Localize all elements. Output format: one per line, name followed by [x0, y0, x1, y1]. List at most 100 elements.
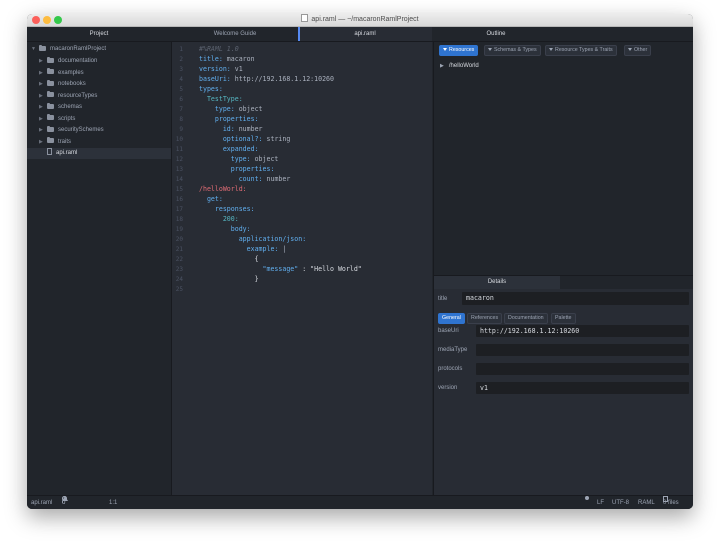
code-key: TestType: [199, 95, 243, 103]
code-key: body: [199, 225, 251, 233]
code-line: optional?: string [199, 134, 291, 144]
code-line: body: [199, 224, 251, 234]
filter-resource-types-traits-button[interactable]: Resource Types & Traits [545, 45, 617, 56]
chevron-right-icon: ▶ [39, 81, 43, 87]
code-line: properties: [199, 164, 275, 174]
filter-schemas-types-button[interactable]: Schemas & Types [484, 45, 541, 56]
filter-resources-button[interactable]: Resources [439, 45, 479, 56]
code-key: properties: [199, 165, 275, 173]
line-number: 4 [179, 76, 183, 83]
tree-folder[interactable]: ▶ notebooks [39, 79, 86, 90]
line-number: 6 [179, 96, 183, 103]
tree-folder[interactable]: ▶ resourceTypes [39, 91, 97, 102]
tree-folder[interactable]: ▶ securitySchemes [39, 125, 104, 136]
chevron-down-icon: ▼ [31, 46, 36, 52]
tab-outline[interactable]: Outline [433, 27, 559, 41]
code-key: example: [199, 245, 279, 253]
filter-label: Other [634, 47, 648, 53]
tab-bar: Project Welcome Guide api.raml Outline [27, 27, 693, 42]
mediatype-field[interactable] [476, 344, 689, 356]
code-key: get: [199, 195, 223, 203]
line-number: 19 [175, 226, 183, 233]
code-key: optional?: [199, 135, 263, 143]
tree-folder[interactable]: ▶ scripts [39, 114, 75, 125]
status-file-name[interactable]: api.raml [31, 496, 52, 509]
tree-folder[interactable]: ▶ traits [39, 137, 71, 148]
line-number: 22 [175, 256, 183, 263]
code-key: title: [199, 55, 223, 63]
code-key: type: [199, 105, 235, 113]
code-value: number [262, 175, 291, 183]
files-count: 0 files [663, 500, 679, 506]
code-key: types: [199, 85, 223, 93]
filter-label: Resources [449, 47, 475, 53]
app-window: api.raml — ~/macaronRamlProject Project … [27, 14, 693, 509]
tab-project[interactable]: Project [27, 27, 171, 41]
tree-root[interactable]: ▼ macaronRamlProject [31, 44, 106, 55]
project-tree: ▼ macaronRamlProject ▶ documentation ▶ exam… [27, 42, 172, 495]
code-line: types: [199, 84, 223, 94]
protocols-field[interactable] [476, 363, 689, 375]
filter-label: Resource Types & Traits [555, 47, 613, 53]
filter-icon [443, 47, 447, 51]
status-grammar[interactable]: RAML [638, 496, 655, 509]
chevron-right-icon: ▶ [39, 92, 43, 99]
folder-icon [47, 79, 54, 86]
filter-label: Schemas & Types [494, 47, 537, 53]
tab-documentation[interactable]: Documentation [504, 313, 548, 324]
line-number: 2 [179, 56, 183, 63]
status-line-ending[interactable]: LF [597, 496, 604, 509]
version-field[interactable]: v1 [476, 382, 689, 394]
code-value: v1 [230, 65, 243, 73]
tree-folder-label: securitySchemes [58, 127, 104, 133]
code-line: application/json: [199, 234, 307, 244]
outline-resource-item[interactable]: ▶ /helloWorld [440, 63, 479, 69]
tree-folder[interactable]: ▶ schemas [39, 102, 82, 113]
code-value: number [234, 125, 263, 133]
tab-general[interactable]: General [438, 313, 465, 324]
code-line: { [199, 254, 259, 264]
folder-icon [47, 114, 54, 120]
title-field[interactable]: macaron [462, 292, 689, 305]
filter-other-button[interactable]: Other [624, 45, 652, 56]
document-icon [301, 14, 309, 22]
line-number: 12 [175, 156, 183, 163]
tree-folder[interactable]: ▶ documentation [39, 56, 97, 67]
tree-folder-label: schemas [58, 104, 83, 110]
chevron-right-icon: ▶ [39, 69, 43, 76]
line-number: 9 [179, 126, 183, 133]
baseuri-field[interactable]: http://192.168.1.12:10260 [476, 325, 689, 337]
code-key: type: [199, 155, 251, 163]
code-editor[interactable]: 1 2 3 4 5 6 7 8 9 10 11 12 13 14 15 16 17 18 19 20 21 22 23 24 2… [172, 42, 432, 495]
baseuri-label: baseUri [438, 328, 459, 334]
mediatype-label: mediaType [438, 347, 468, 353]
chevron-right-icon: ▶ [440, 63, 444, 69]
code-value: object [250, 155, 279, 163]
file-icon [47, 148, 52, 155]
tab-references[interactable]: References [467, 313, 503, 324]
tree-file-api-raml[interactable]: api.raml [27, 148, 171, 159]
line-number: 5 [179, 86, 183, 93]
tab-api-raml[interactable]: api.raml [298, 27, 432, 41]
code-line: "message" : "Hello World" [199, 264, 362, 274]
tree-folder-label: scripts [58, 115, 76, 122]
line-number: 1 [179, 46, 183, 53]
line-number: 18 [175, 216, 183, 223]
tab-palette[interactable]: Palette [551, 313, 576, 324]
code-key: id: [199, 125, 235, 133]
tree-folder-label: notebooks [58, 81, 86, 87]
tree-folder[interactable]: ▶ examples [39, 68, 84, 79]
tab-details[interactable]: Details [434, 276, 560, 289]
code-key: version: [199, 65, 231, 73]
tab-welcome-guide[interactable]: Welcome Guide [172, 27, 298, 41]
version-label: version [438, 385, 458, 391]
line-number: 16 [175, 196, 183, 203]
status-cursor-position[interactable]: 1:1 [109, 496, 117, 509]
tree-folder-label: traits [58, 138, 72, 145]
title-bar: api.raml — ~/macaronRamlProject [27, 14, 693, 27]
folder-icon [47, 91, 54, 97]
chevron-right-icon: ▶ [39, 127, 43, 133]
right-pane: Resources Schemas & Types Resource Types… [433, 42, 693, 495]
code-key: expanded: [199, 145, 259, 153]
status-encoding[interactable]: UTF-8 [612, 496, 629, 509]
